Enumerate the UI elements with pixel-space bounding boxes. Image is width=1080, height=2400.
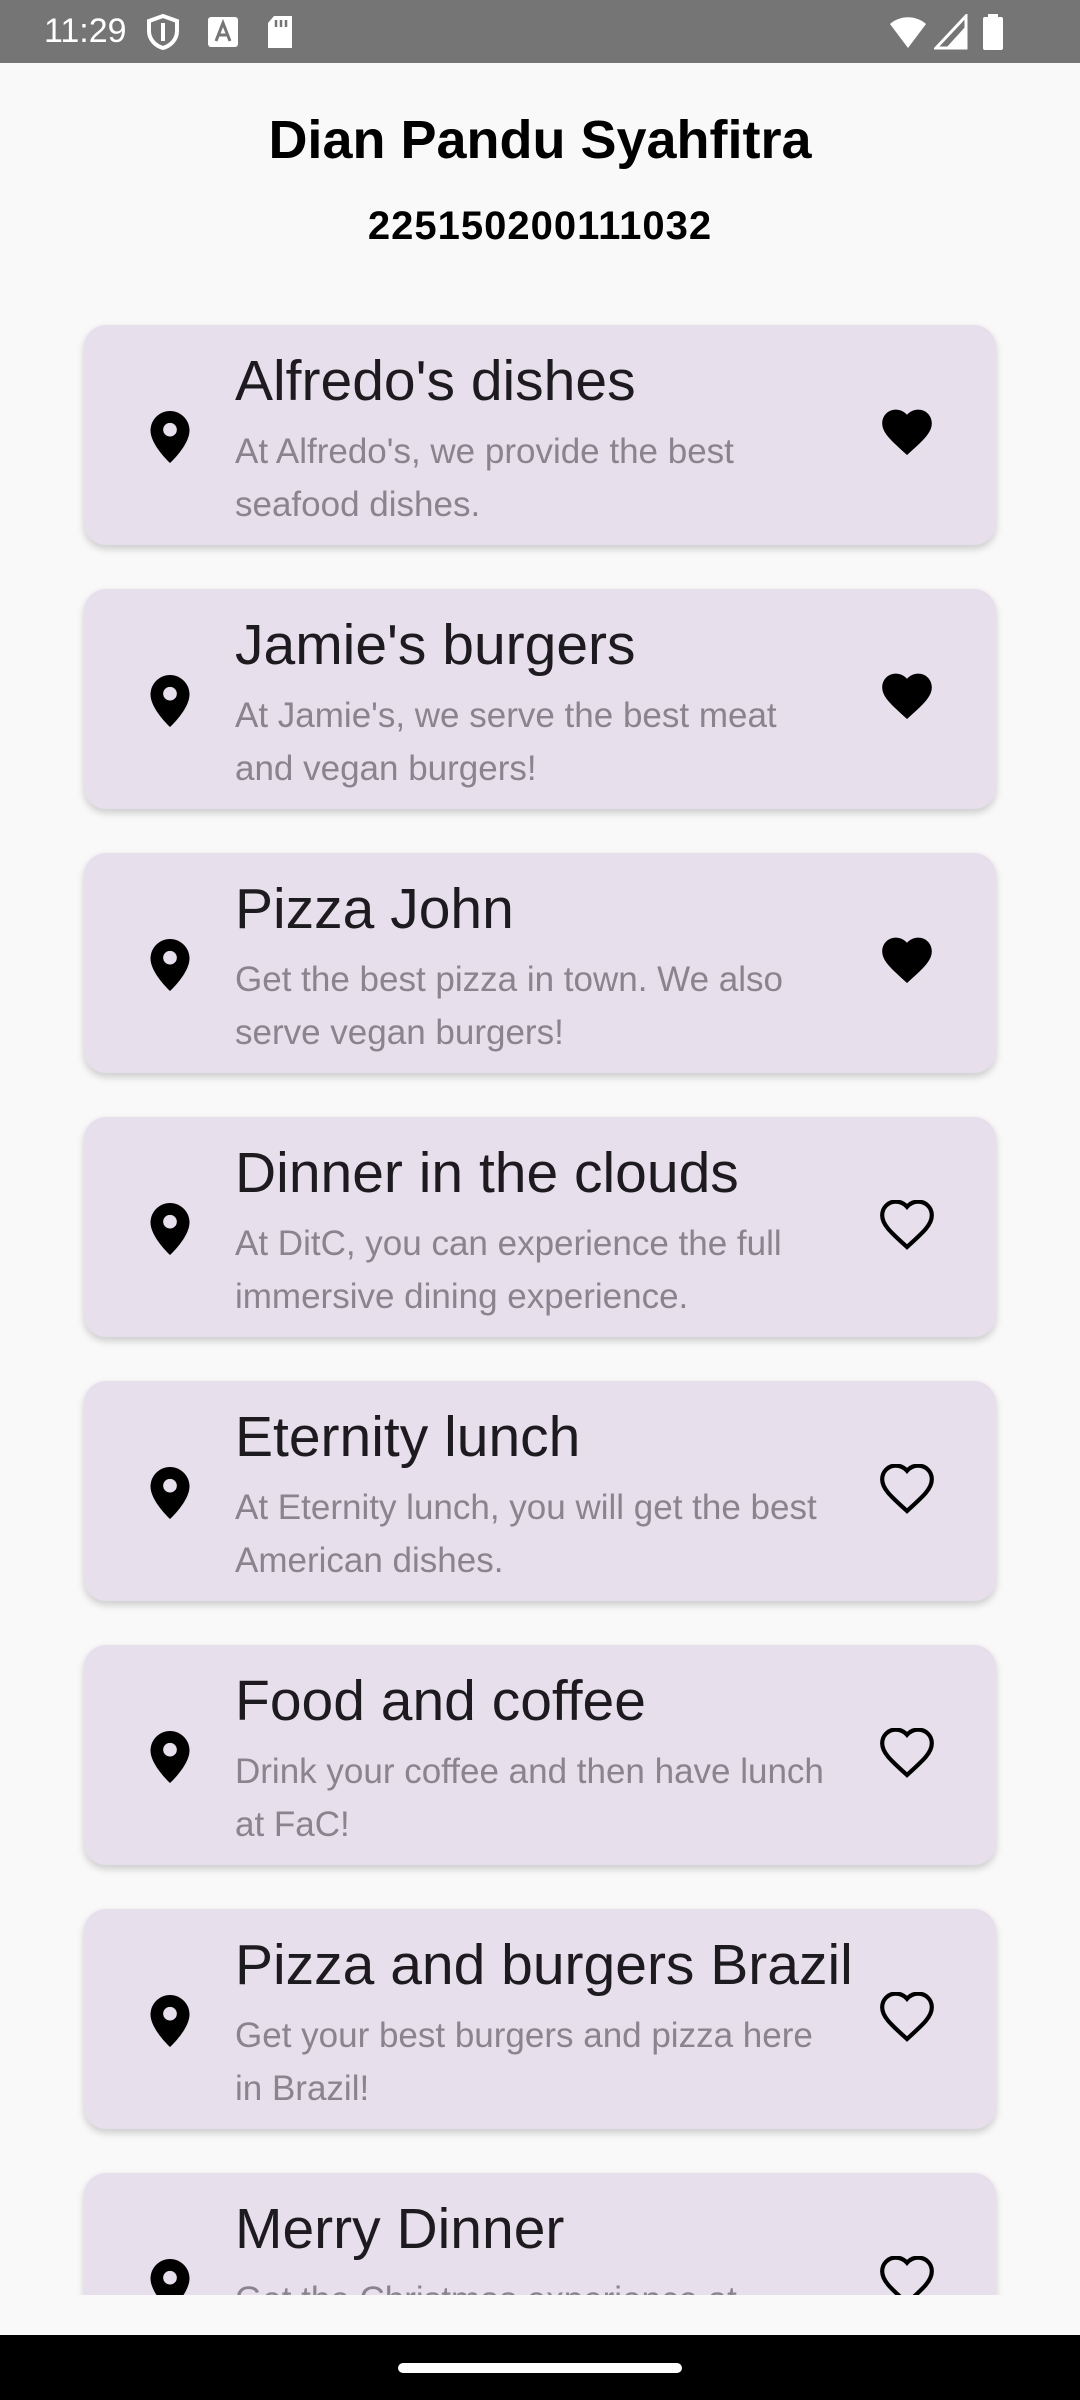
restaurant-card[interactable]: Dinner in the clouds At DitC, you can exp… xyxy=(84,1117,996,1337)
status-time: 11:29 xyxy=(44,12,127,50)
status-bar: 11:29 xyxy=(0,0,1080,63)
restaurant-card[interactable]: Alfredo's dishes At Alfredo's, we provide… xyxy=(84,325,996,545)
restaurant-title: Merry Dinner xyxy=(235,2197,565,2261)
restaurant-description: At Jamie's, we serve the best meat and v… xyxy=(235,696,777,788)
restaurant-list[interactable]: Alfredo's dishes At Alfredo's, we provide… xyxy=(0,300,1080,2295)
student-name: Dian Pandu Syahfitra xyxy=(268,110,812,170)
restaurant-description: Drink your coffee and then have lunch at… xyxy=(235,1752,824,1844)
location-pin-icon xyxy=(150,1203,190,1255)
heart-filled-icon[interactable] xyxy=(880,672,934,722)
heart-outline-icon[interactable] xyxy=(880,2255,934,2295)
restaurant-card[interactable]: Eternity lunch At Eternity lunch, you wil… xyxy=(84,1381,996,1601)
restaurant-title: Dinner in the clouds xyxy=(235,1141,739,1205)
sd-card-icon xyxy=(264,14,296,55)
student-id: 225150200111032 xyxy=(367,204,713,248)
restaurant-card[interactable]: Pizza John Get the best pizza in town. We… xyxy=(84,853,996,1073)
restaurant-title: Food and coffee xyxy=(235,1669,646,1733)
heart-filled-icon[interactable] xyxy=(880,936,934,986)
restaurant-card[interactable]: Pizza and burgers Brazil Get your best bu… xyxy=(84,1909,996,2129)
navigation-bar xyxy=(0,2335,1080,2400)
location-pin-icon xyxy=(150,1467,190,1519)
location-pin-icon xyxy=(150,1995,190,2047)
location-pin-icon xyxy=(150,675,190,727)
heart-outline-icon[interactable] xyxy=(880,1727,934,1778)
heart-outline-icon[interactable] xyxy=(880,1991,934,2042)
restaurant-description: Get the best pizza in town. We also serv… xyxy=(235,960,783,1052)
location-pin-icon xyxy=(150,939,190,991)
wifi-icon xyxy=(888,14,928,55)
heart-filled-icon[interactable] xyxy=(880,408,934,458)
restaurant-title: Alfredo's dishes xyxy=(235,349,636,413)
heart-outline-icon[interactable] xyxy=(880,1463,934,1514)
location-pin-icon xyxy=(150,1731,190,1783)
restaurant-card[interactable]: Food and coffee Drink your coffee and the… xyxy=(84,1645,996,1865)
cell-signal-icon xyxy=(932,12,968,55)
restaurant-title: Pizza and burgers Brazil xyxy=(235,1933,853,1997)
restaurant-description: At Eternity lunch, you will get the best… xyxy=(235,1488,817,1580)
restaurant-description: Get your best burgers and pizza here in … xyxy=(235,2016,813,2108)
location-pin-icon xyxy=(150,411,190,463)
restaurant-title: Jamie's burgers xyxy=(235,613,636,677)
restaurant-description: Get the Christmas experience at xyxy=(235,2273,835,2295)
restaurant-card[interactable]: Merry Dinner Get the Christmas experience… xyxy=(84,2173,996,2295)
heart-outline-icon[interactable] xyxy=(880,1199,934,1250)
restaurant-title: Pizza John xyxy=(235,877,514,941)
shield-icon xyxy=(146,13,180,55)
battery-icon xyxy=(982,14,1004,55)
location-pin-icon xyxy=(150,2259,190,2295)
restaurant-description: At Alfredo's, we provide the best seafoo… xyxy=(235,432,734,524)
restaurant-title: Eternity lunch xyxy=(235,1405,581,1469)
restaurant-card[interactable]: Jamie's burgers At Jamie's, we serve the … xyxy=(84,589,996,809)
restaurant-description: At DitC, you can experience the full imm… xyxy=(235,1224,782,1316)
text-a-icon xyxy=(206,14,240,55)
home-gesture-handle[interactable] xyxy=(398,2363,682,2373)
